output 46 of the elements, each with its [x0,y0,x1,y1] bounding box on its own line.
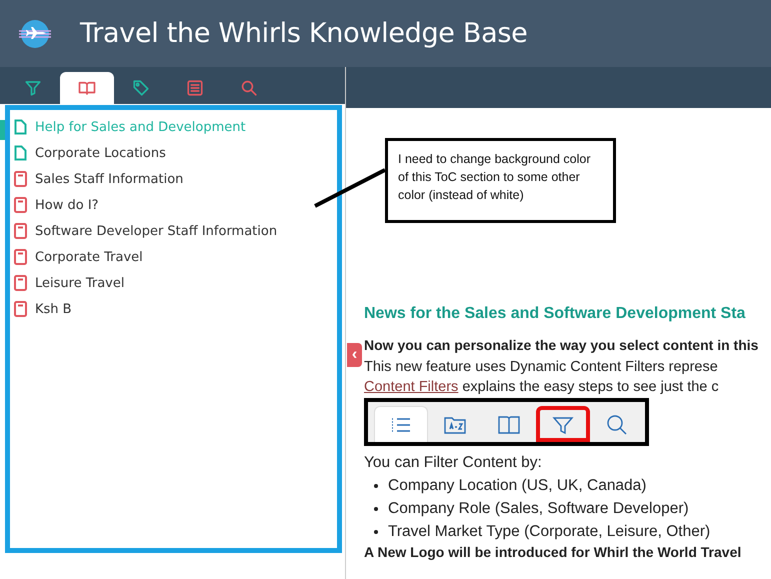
callout-note: I need to change background color of this ToC section to some other color (instead of white) [385,138,616,223]
toc-item[interactable]: Corporate Travel [10,244,337,270]
book-icon [14,223,27,239]
book-icon [14,275,27,291]
toc-item[interactable]: Sales Staff Information [10,166,337,192]
toc-item-label: Corporate Travel [35,250,143,264]
body-text: A New Logo will be introduced for Whirl the World Travel [364,543,742,561]
toc-item[interactable]: Ksh B [10,296,337,322]
filter-intro: You can Filter Content by: [364,453,543,473]
book-icon [14,249,27,265]
article-heading: News for the Sales and Software Development Sta [364,305,746,323]
toc-item[interactable]: How do I? [10,192,337,218]
page-icon [14,119,27,135]
lead-text: Now you can personalize the way you select content in this [364,337,760,353]
toc-item-label: Help for Sales and Development [35,120,246,134]
book-icon [14,171,27,187]
collapse-button[interactable]: ‹ [347,343,362,367]
selection-indicator [0,120,5,140]
open-book-icon [78,79,96,97]
book-icon [14,301,27,317]
toc-item[interactable]: Leisure Travel [10,270,337,296]
toc-item-label: Sales Staff Information [35,172,184,186]
bullet-dot [374,506,378,510]
search-icon [240,79,258,97]
list-icon [186,79,204,97]
bullet-text: Travel Market Type (Corporate, Leisure, Other) [388,522,710,542]
toc-item[interactable]: Corporate Locations [10,140,337,166]
bullet-dot [374,484,378,488]
content-filters-link[interactable]: Content Filters [364,379,458,395]
bullet-dot [374,530,378,534]
page-icon [14,145,27,161]
toc-item-label: How do I? [35,198,99,212]
book-icon [14,197,27,213]
bullet-text: Company Location (US, UK, Canada) [388,476,646,496]
tag-icon [132,79,150,97]
toc-item-label: Leisure Travel [35,276,124,290]
toc-item-label: Corporate Locations [35,146,166,160]
site-title: Travel the Whirls Knowledge Base [80,18,528,49]
bullet-text: Company Role (Sales, Software Developer) [388,499,689,519]
toc-item[interactable]: Software Developer Staff Information [10,218,337,244]
nav-tab[interactable] [60,72,114,104]
toc-item-label: Software Developer Staff Information [35,224,278,238]
filter-icon [24,79,42,97]
body-text: This new feature uses Dynamic Content Filters represe [364,358,719,377]
body-text: explains the easy steps to see just the c [462,379,719,395]
toc-item-label: Ksh B [35,302,72,316]
